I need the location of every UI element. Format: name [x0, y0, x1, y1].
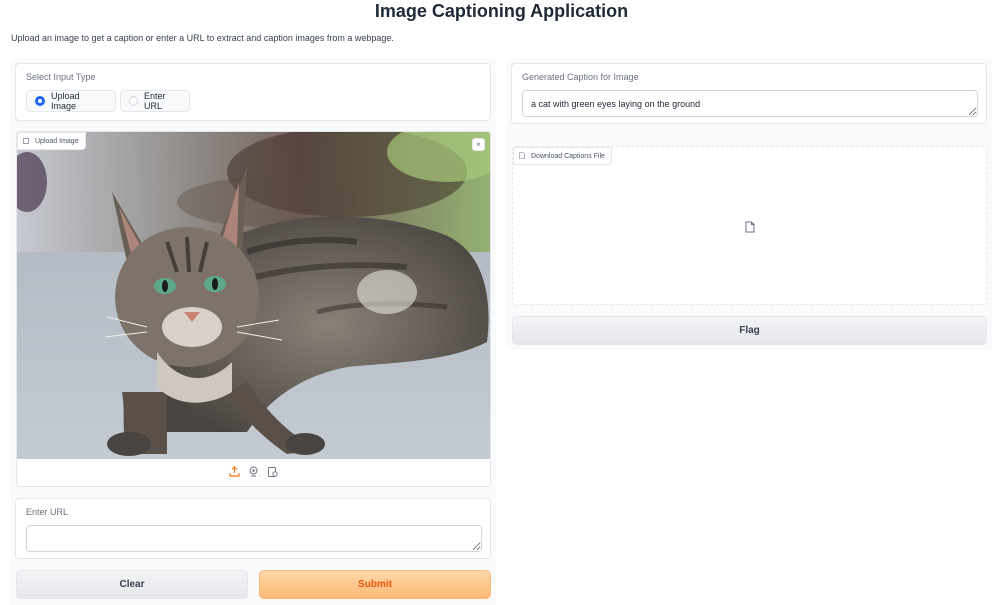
app-root: Image Captioning Application Upload an i…: [0, 0, 1003, 605]
caption-output-field[interactable]: a cat with green eyes laying on the grou…: [522, 90, 978, 117]
flag-button[interactable]: Flag: [512, 316, 987, 345]
uploaded-image: [17, 132, 490, 459]
page-title: Image Captioning Application: [374, 1, 629, 21]
file-placeholder-icon: [745, 220, 755, 238]
radio-enter-url[interactable]: Enter URL: [120, 90, 190, 112]
caption-output-panel: Generated Caption for Image a cat with g…: [511, 63, 987, 124]
radio-unchecked-icon: [129, 96, 139, 106]
image-input-label-tag: Upload Image: [17, 132, 86, 150]
clipboard-icon[interactable]: [267, 464, 278, 482]
radio-upload-image[interactable]: Upload Image: [26, 90, 116, 112]
clear-button[interactable]: Clear: [16, 570, 248, 599]
image-input-label: Upload Image: [35, 137, 79, 145]
url-input-label: Enter URL: [26, 507, 69, 517]
url-input[interactable]: [26, 525, 482, 552]
submit-button[interactable]: Submit: [259, 570, 491, 599]
download-label: Download Captions File: [531, 152, 605, 160]
page-description: Upload an image to get a caption or ente…: [11, 33, 394, 43]
image-upload-panel: Upload Image ×: [16, 131, 491, 487]
download-label-tag: Download Captions File: [513, 147, 612, 165]
url-input-panel: Enter URL: [15, 498, 491, 559]
webcam-icon[interactable]: [248, 464, 259, 482]
download-captions-panel: Download Captions File: [512, 146, 987, 305]
radio-upload-image-label: Upload Image: [51, 91, 80, 111]
upload-icon[interactable]: [229, 464, 240, 482]
clear-image-button[interactable]: ×: [472, 138, 485, 151]
caption-output-label: Generated Caption for Image: [522, 72, 639, 82]
image-source-toolbar: [17, 459, 490, 486]
radio-enter-url-label: Enter URL: [144, 91, 166, 111]
radio-checked-icon: [35, 96, 45, 106]
input-type-label: Select Input Type: [26, 72, 96, 82]
image-icon: [23, 138, 29, 144]
input-type-panel: Select Input Type Upload Image Enter URL: [15, 63, 491, 121]
file-icon-small: [519, 151, 525, 161]
